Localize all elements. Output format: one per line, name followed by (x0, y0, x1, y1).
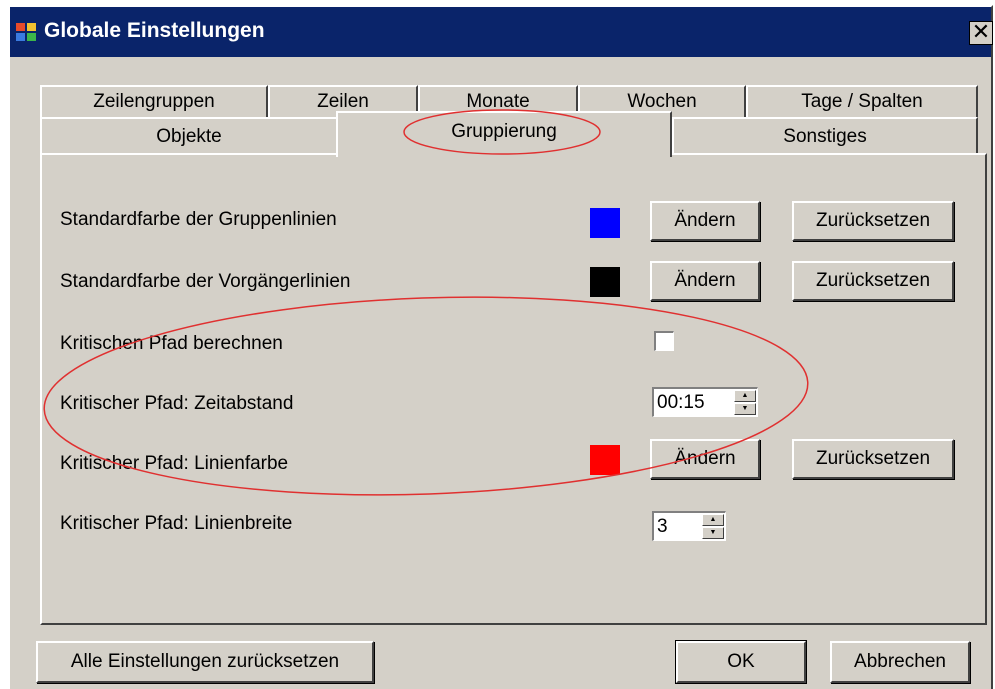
ok-button[interactable]: OK (675, 640, 807, 684)
critical-path-color-reset-button[interactable]: Zurücksetzen (792, 439, 954, 479)
predecessor-line-color-reset-button[interactable]: Zurücksetzen (792, 261, 954, 301)
critical-path-color-label: Kritischer Pfad: Linienfarbe (60, 453, 289, 474)
settings-dialog: Globale Einstellungen ✕ Zeilengruppen Ze… (8, 5, 993, 689)
critical-path-interval-stepper[interactable]: 00:15 ▲ ▼ (652, 387, 758, 417)
critical-path-interval-value[interactable]: 00:15 (657, 392, 705, 414)
critical-path-width-value[interactable]: 3 (657, 516, 668, 538)
tab-objekte[interactable]: Objekte (40, 117, 338, 155)
spin-down-icon[interactable]: ▼ (734, 403, 756, 415)
critical-path-color-change-button[interactable]: Ändern (650, 439, 760, 479)
tab-tage-spalten[interactable]: Tage / Spalten (746, 85, 978, 117)
tab-gruppierung[interactable]: Gruppierung (336, 111, 672, 157)
critical-path-width-label: Kritischer Pfad: Linienbreite (60, 513, 293, 534)
predecessor-line-color-swatch (590, 267, 620, 297)
critical-path-width-stepper[interactable]: 3 ▲ ▼ (652, 511, 726, 541)
predecessor-line-color-change-button[interactable]: Ändern (650, 261, 760, 301)
critical-path-interval-label: Kritischer Pfad: Zeitabstand (60, 393, 294, 414)
spin-up-icon[interactable]: ▲ (702, 514, 724, 526)
app-icon (16, 23, 38, 43)
close-icon[interactable]: ✕ (969, 21, 993, 45)
reset-all-button[interactable]: Alle Einstellungen zurücksetzen (36, 641, 374, 683)
tab-sonstiges[interactable]: Sonstiges (672, 117, 978, 155)
critical-path-calc-checkbox[interactable] (654, 331, 674, 351)
critical-path-color-swatch (590, 445, 620, 475)
cancel-button[interactable]: Abbrechen (830, 641, 970, 683)
spin-down-icon[interactable]: ▼ (702, 527, 724, 539)
group-line-color-label: Standardfarbe der Gruppenlinien (60, 209, 337, 230)
tab-zeilengruppen[interactable]: Zeilengruppen (40, 85, 268, 117)
gruppierung-panel: Standardfarbe der Gruppenlinien Ändern Z… (40, 153, 987, 625)
group-line-color-reset-button[interactable]: Zurücksetzen (792, 201, 954, 241)
title-bar[interactable]: Globale Einstellungen ✕ (10, 7, 993, 57)
group-line-color-swatch (590, 208, 620, 238)
predecessor-line-color-label: Standardfarbe der Vorgängerlinien (60, 271, 351, 292)
spin-up-icon[interactable]: ▲ (734, 390, 756, 402)
group-line-color-change-button[interactable]: Ändern (650, 201, 760, 241)
critical-path-calc-label: Kritischen Pfad berechnen (60, 333, 283, 354)
window-title: Globale Einstellungen (44, 19, 265, 42)
